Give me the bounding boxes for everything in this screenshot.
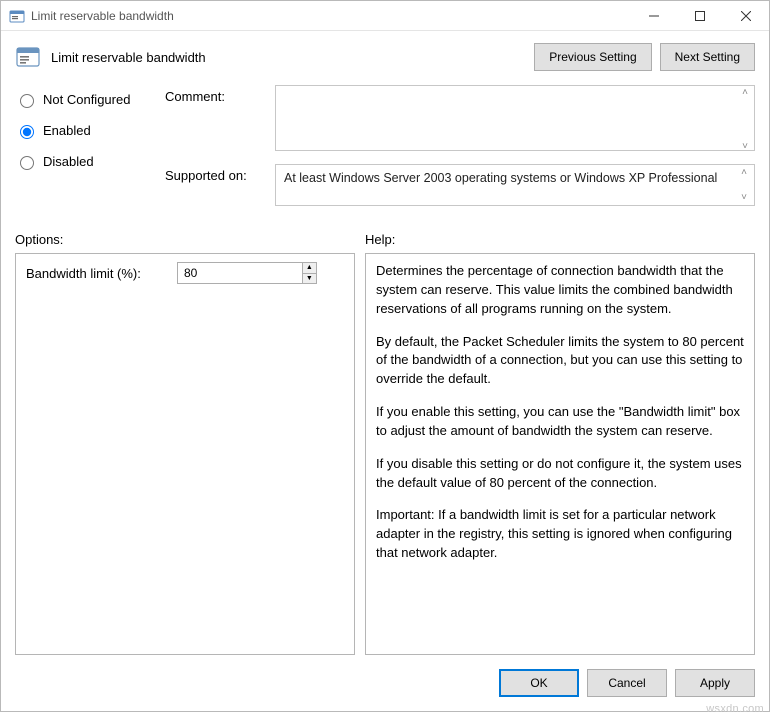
ok-button[interactable]: OK bbox=[499, 669, 579, 697]
scroll-up-icon: ˄ bbox=[739, 87, 751, 98]
config-area: Not Configured Enabled Disabled Comment:… bbox=[1, 85, 769, 228]
state-radio-group: Not Configured Enabled Disabled bbox=[15, 85, 165, 170]
radio-disabled[interactable]: Disabled bbox=[15, 153, 165, 170]
help-label: Help: bbox=[365, 232, 755, 247]
bandwidth-limit-label: Bandwidth limit (%): bbox=[26, 266, 171, 281]
radio-not-configured-label: Not Configured bbox=[43, 92, 130, 107]
titlebar: Limit reservable bandwidth bbox=[1, 1, 769, 31]
footer: OK Cancel Apply bbox=[1, 655, 769, 711]
comment-textarea[interactable] bbox=[275, 85, 755, 151]
scroll-up-icon: ˄ bbox=[738, 167, 750, 178]
radio-enabled-input[interactable] bbox=[20, 125, 34, 139]
next-setting-button[interactable]: Next Setting bbox=[660, 43, 755, 71]
help-paragraph: If you enable this setting, you can use … bbox=[376, 403, 744, 441]
policy-dialog: Limit reservable bandwidth bbox=[0, 0, 770, 712]
section-labels: Options: Help: bbox=[1, 228, 769, 253]
bandwidth-limit-spinner: ▲ ▼ bbox=[177, 262, 317, 284]
options-label: Options: bbox=[15, 232, 365, 247]
watermark: wsxdn.com bbox=[706, 703, 764, 715]
radio-enabled[interactable]: Enabled bbox=[15, 122, 165, 139]
minimize-button[interactable] bbox=[631, 1, 677, 30]
scroll-down-icon: ˅ bbox=[738, 192, 750, 203]
radio-not-configured[interactable]: Not Configured bbox=[15, 91, 165, 108]
scroll-down-icon: ˅ bbox=[739, 141, 751, 152]
previous-setting-button[interactable]: Previous Setting bbox=[534, 43, 651, 71]
help-paragraph: By default, the Packet Scheduler limits … bbox=[376, 333, 744, 390]
help-pane: Determines the percentage of connection … bbox=[365, 253, 755, 655]
radio-disabled-input[interactable] bbox=[20, 156, 34, 170]
spinner-down-button[interactable]: ▼ bbox=[303, 273, 316, 284]
cancel-button[interactable]: Cancel bbox=[587, 669, 667, 697]
radio-enabled-label: Enabled bbox=[43, 123, 91, 138]
apply-button[interactable]: Apply bbox=[675, 669, 755, 697]
help-paragraph: If you disable this setting or do not co… bbox=[376, 455, 744, 493]
comment-label: Comment: bbox=[165, 85, 275, 104]
bandwidth-limit-row: Bandwidth limit (%): ▲ ▼ bbox=[26, 262, 344, 284]
window-title: Limit reservable bandwidth bbox=[31, 9, 631, 23]
policy-icon bbox=[15, 44, 41, 70]
supported-on-label: Supported on: bbox=[165, 164, 275, 183]
window-controls bbox=[631, 1, 769, 30]
options-pane: Bandwidth limit (%): ▲ ▼ bbox=[15, 253, 355, 655]
help-paragraph: Important: If a bandwidth limit is set f… bbox=[376, 506, 744, 563]
radio-disabled-label: Disabled bbox=[43, 154, 94, 169]
radio-not-configured-input[interactable] bbox=[20, 94, 34, 108]
policy-title: Limit reservable bandwidth bbox=[51, 50, 534, 65]
header: Limit reservable bandwidth Previous Sett… bbox=[1, 31, 769, 85]
app-icon bbox=[9, 8, 25, 24]
spinner-up-button[interactable]: ▲ bbox=[303, 263, 316, 273]
bandwidth-limit-input[interactable] bbox=[178, 263, 302, 283]
supported-on-text: At least Windows Server 2003 operating s… bbox=[284, 171, 717, 185]
maximize-button[interactable] bbox=[677, 1, 723, 30]
panes: Bandwidth limit (%): ▲ ▼ Determines the … bbox=[1, 253, 769, 655]
supported-on-box: At least Windows Server 2003 operating s… bbox=[275, 164, 755, 206]
close-button[interactable] bbox=[723, 1, 769, 30]
help-paragraph: Determines the percentage of connection … bbox=[376, 262, 744, 319]
